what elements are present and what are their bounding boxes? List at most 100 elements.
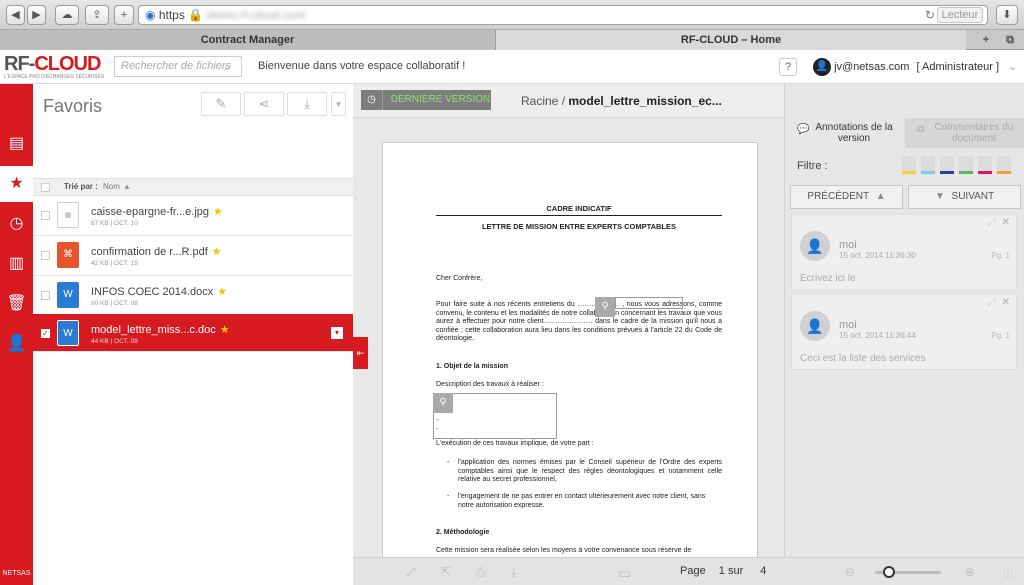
previous-button[interactable]: PRÉCÉDENT ▲ [790, 185, 903, 209]
breadcrumb: Racine / model_lettre_mission_ec... [521, 94, 722, 108]
zoom-out-icon[interactable]: ⊖ [845, 565, 855, 579]
contracts-icon[interactable]: ▤ [0, 126, 33, 162]
sort-asc-icon[interactable]: ▲ [123, 179, 131, 195]
doc-bullet-2: l'engagement de ne pas entrer en contact… [458, 493, 706, 509]
left-rail: ▤ ★ ◷ ▥ 🗑 👤 NETSAS [0, 84, 33, 585]
info-icon[interactable]: ⓘ [1003, 565, 1013, 580]
pdf-file-icon: ⌘ [57, 242, 79, 268]
filter-color-swatch[interactable] [940, 156, 954, 174]
page-current[interactable]: 1 [719, 565, 725, 577]
tab-annotations[interactable]: 💬 Annotations de la version [785, 118, 905, 148]
browser-toolbar: ◀ ▶ ☁ ⇪ + ◉ https 🔒 demo.rf-cloud.com ↻ … [0, 0, 1024, 30]
file-row[interactable]: ▦ caisse-epargne-fr...e.jpg ★ 67 KB | OCT… [33, 196, 353, 236]
filter-color-swatch[interactable] [959, 156, 973, 174]
zoom-in-icon[interactable]: ⊕ [965, 565, 975, 579]
doc-dash-2: - [436, 426, 439, 433]
history-clock-icon: ◷ [361, 90, 383, 110]
tab-contract-manager[interactable]: Contract Manager [0, 30, 496, 50]
avatar: 👤 [800, 231, 830, 261]
next-button[interactable]: ▼ SUIVANT [908, 185, 1021, 209]
file-row[interactable]: W INFOS COEC 2014.docx ★ 90 KB | OCT. 08 [33, 276, 353, 316]
edit-pencil-icon[interactable]: ✎ [201, 92, 241, 116]
close-icon[interactable]: ✕ [1002, 217, 1010, 228]
document-viewer: ◷ DERNIERE VERSION Racine / model_lettre… [353, 84, 1024, 585]
trash-icon[interactable]: 🗑 [0, 286, 33, 322]
search-icon[interactable]: ⌕ [224, 60, 231, 75]
expand-icon[interactable]: ⤢ [988, 217, 996, 228]
annotations-panel: 💬 Annotations de la version ⧉ Commentair… [784, 118, 1024, 557]
filter-label: Filtre : [797, 160, 828, 172]
filter-color-swatch[interactable] [978, 156, 992, 174]
logo-main: RF- [4, 53, 35, 75]
annotation-author: moi [839, 239, 857, 251]
download-tray-icon[interactable]: ⤓ [287, 92, 327, 116]
download-icon[interactable]: ⬇ [996, 5, 1018, 25]
annotation-pin-icon[interactable]: ⚲ [595, 297, 615, 317]
address-bar[interactable]: ◉ https 🔒 demo.rf-cloud.com ↻ Lecteur [138, 5, 988, 25]
close-icon[interactable]: ✕ [1002, 297, 1010, 308]
select-all-checkbox[interactable] [41, 183, 50, 192]
star-icon[interactable]: ★ [220, 324, 230, 336]
tab-rf-cloud-home[interactable]: RF-CLOUD – Home [496, 30, 966, 50]
recent-clock-icon[interactable]: ◷ [0, 206, 33, 242]
annotation-date: 15 oct. 2014 11:36:30 [839, 251, 916, 260]
file-row[interactable]: ⌘ confirmation de r...R.pdf ★ 42 KB | OCT… [33, 236, 353, 276]
filter-color-swatch[interactable] [902, 156, 916, 174]
annotation-pin-icon[interactable]: ⚲ [433, 393, 453, 413]
new-tab-icon[interactable]: + [114, 5, 134, 25]
forward-icon[interactable]: ▶ [27, 5, 46, 25]
more-chevron-icon[interactable]: ▾ [331, 92, 346, 116]
file-checkbox[interactable] [41, 251, 50, 260]
tab-overview-icon[interactable]: ⧉ [1000, 30, 1020, 50]
share-icon[interactable]: ⇪ [85, 5, 109, 25]
back-icon[interactable]: ◀ [6, 5, 25, 25]
file-row-selected[interactable]: ✓ W model_lettre_miss...c.doc ★ 44 KB | O… [33, 314, 353, 352]
book-view-icon[interactable]: ▭ [618, 565, 631, 582]
collapse-panel-icon[interactable]: ⇤ [353, 337, 368, 369]
filter-color-swatch[interactable] [921, 156, 935, 174]
annotation-card[interactable]: ⤢ ✕ 👤 moi 15 oct. 2014 11:36:44 Pg. 1 Ce… [791, 294, 1017, 370]
download-icon[interactable]: ⤓ [511, 565, 516, 580]
users-icon[interactable]: 👤 [0, 326, 33, 362]
user-menu[interactable]: 👤 jv@netsas.com [ Administrateur ] ⌄ [813, 58, 1017, 76]
share-nodes-icon[interactable]: ⋖ [244, 92, 284, 116]
netsas-brand: NETSAS [2, 570, 31, 577]
folders-icon[interactable]: ▥ [0, 246, 33, 282]
breadcrumb-separator: / [561, 94, 566, 108]
zoom-slider-handle[interactable] [883, 566, 895, 578]
expand-icon[interactable]: ⤢ [988, 297, 996, 308]
open-external-icon[interactable]: ⇱ [441, 565, 451, 579]
file-menu-chevron-icon[interactable]: ▾ [331, 327, 343, 339]
next-label: SUIVANT [951, 191, 995, 202]
reader-button[interactable]: Lecteur [937, 7, 983, 23]
add-tab-icon[interactable]: + [976, 30, 996, 50]
breadcrumb-root[interactable]: Racine [521, 94, 558, 108]
bullet-dash: - [447, 459, 450, 466]
annotation-author: moi [839, 319, 857, 331]
star-icon[interactable]: ★ [212, 246, 222, 258]
favorites-star-icon[interactable]: ★ [0, 166, 33, 202]
favorites-title: Favoris [43, 96, 103, 116]
annotation-highlight-box[interactable] [615, 297, 683, 309]
annotation-card[interactable]: ⤢ ✕ 👤 moi 15 oct. 2014 11:36:30 Pg. 1 Ec… [791, 214, 1017, 290]
star-icon[interactable]: ★ [213, 206, 223, 218]
fullscreen-icon[interactable]: ⤢ [406, 565, 416, 580]
file-checkbox[interactable] [41, 211, 50, 220]
star-icon[interactable]: ★ [217, 286, 227, 298]
file-checkbox-checked[interactable]: ✓ [41, 329, 50, 338]
rf-cloud-logo[interactable]: RF-CLOUD L'ESPACE PRO D'ÉCHANGES SÉCURIS… [4, 53, 104, 80]
version-button[interactable]: ◷ DERNIERE VERSION [361, 90, 491, 110]
bullet-dash: - [447, 493, 450, 500]
annotation-text[interactable]: Ecrivez ici le [800, 273, 856, 284]
help-button[interactable]: ? [779, 58, 797, 76]
search-input[interactable]: Rechercher de fichiers [114, 56, 242, 77]
filter-color-swatch[interactable] [997, 156, 1011, 174]
print-icon[interactable]: ⎙ [476, 565, 486, 580]
tab-comments[interactable]: ⧉ Commentaires du document [905, 118, 1024, 148]
file-meta: 44 KB | OCT. 09 [91, 338, 138, 345]
annotation-text[interactable]: Ceci est la liste des services [800, 353, 926, 364]
cloud-icon[interactable]: ☁ [55, 5, 79, 25]
sort-field[interactable]: Nom [103, 179, 120, 195]
reload-icon[interactable]: ↻ [925, 6, 935, 24]
file-checkbox[interactable] [41, 291, 50, 300]
